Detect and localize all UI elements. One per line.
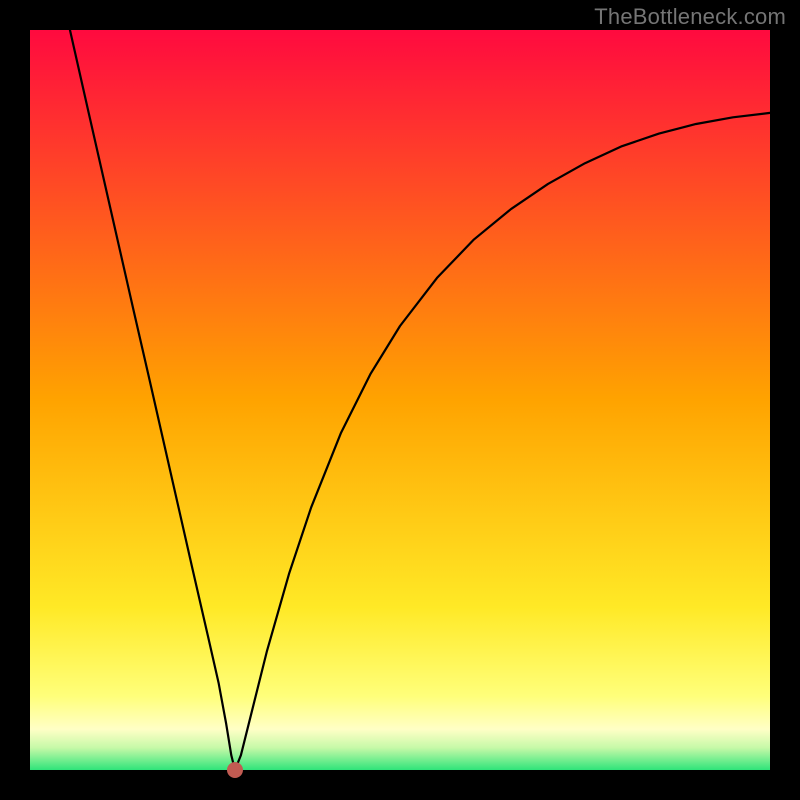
plot-background (30, 30, 770, 770)
chart-frame: TheBottleneck.com (0, 0, 800, 800)
watermark-text: TheBottleneck.com (594, 4, 786, 30)
minimum-marker (227, 762, 243, 778)
chart-svg (0, 0, 800, 800)
